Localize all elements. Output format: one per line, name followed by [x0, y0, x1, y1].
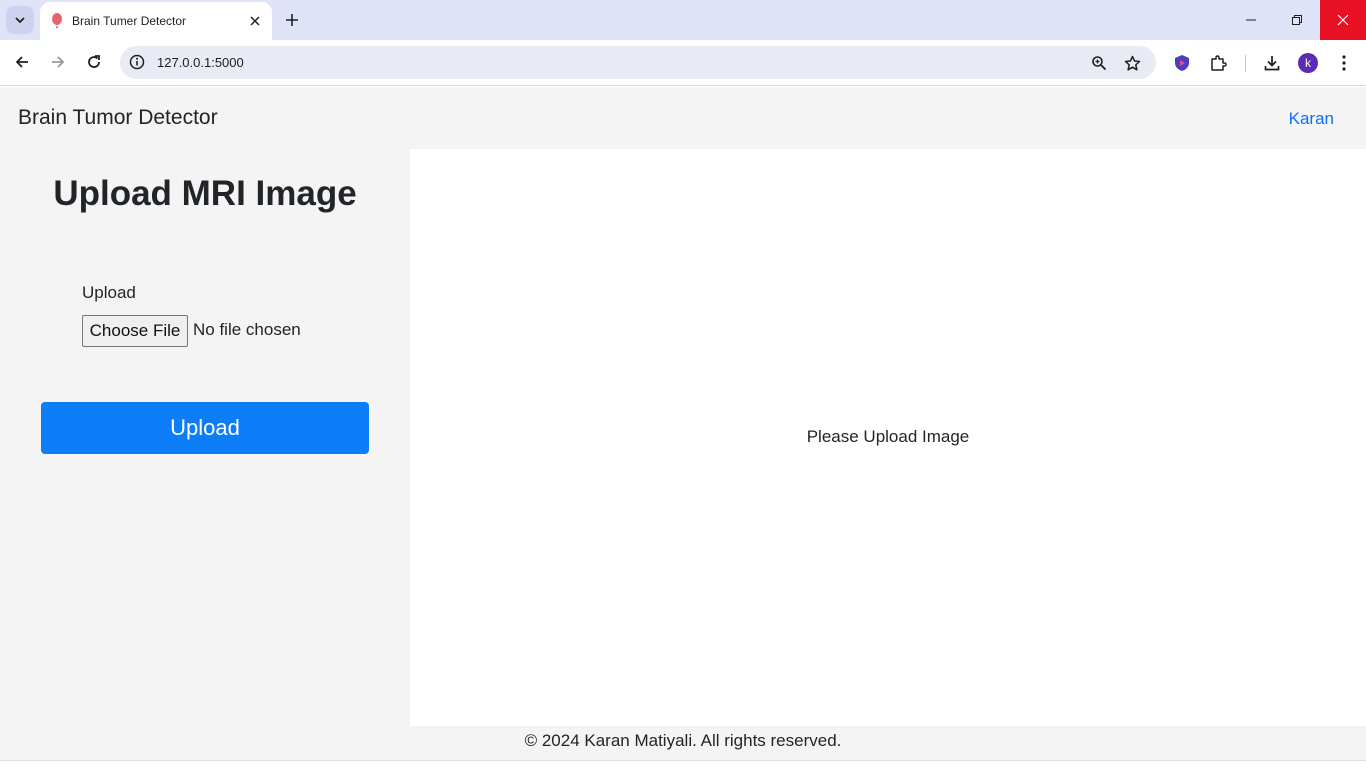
zoom-icon[interactable]: [1089, 53, 1109, 73]
file-status-text: No file chosen: [193, 320, 301, 339]
toolbar-divider: [1245, 55, 1246, 72]
window-restore-button[interactable]: [1274, 0, 1320, 40]
window-close-button[interactable]: [1320, 0, 1366, 40]
arrow-right-icon: [52, 56, 65, 68]
arrow-left-icon: [15, 56, 28, 68]
result-message: Please Upload Image: [806, 427, 970, 446]
extensions-puzzle-icon[interactable]: [1207, 52, 1229, 74]
back-button[interactable]: [8, 48, 36, 76]
address-url: 127.0.0.1:5000: [157, 55, 244, 70]
balloon-icon: [52, 13, 62, 28]
tab-title: Brain Tumer Detector: [72, 14, 187, 28]
reload-icon: [88, 55, 100, 68]
navbar-brand[interactable]: Brain Tumor Detector: [18, 106, 218, 130]
browser-tab-active[interactable]: Brain Tumer Detector: [40, 2, 272, 40]
reload-button[interactable]: [80, 48, 108, 76]
chevron-down-icon: [15, 17, 25, 24]
profile-avatar[interactable]: k: [1298, 53, 1318, 73]
extension-shield-icon[interactable]: [1171, 52, 1193, 74]
close-icon: [1337, 14, 1349, 26]
choose-file-button[interactable]: Choose File: [82, 315, 188, 347]
window-minimize-button[interactable]: [1228, 0, 1274, 40]
download-icon[interactable]: [1261, 52, 1283, 74]
footer-copyright: © 2024 Karan Matiyali. All rights reserv…: [524, 731, 842, 750]
restore-icon: [1292, 15, 1302, 25]
kebab-menu-icon[interactable]: [1333, 52, 1355, 74]
site-footer: © 2024 Karan Matiyali. All rights reserv…: [0, 726, 1366, 760]
result-pane: Please Upload Image: [410, 149, 1366, 726]
address-bar[interactable]: 127.0.0.1:5000: [120, 46, 1156, 79]
bottom-strip: [0, 760, 1366, 768]
upload-submit-button[interactable]: Upload: [41, 402, 369, 454]
upload-heading: Upload MRI Image: [53, 174, 357, 213]
plus-icon: [286, 14, 298, 26]
site-info-icon[interactable]: [128, 53, 146, 71]
tab-search-button[interactable]: [6, 6, 34, 34]
browser-toolbar: 127.0.0.1:5000: [0, 40, 1366, 86]
minimize-icon: [1246, 19, 1256, 21]
new-tab-button[interactable]: [282, 10, 302, 30]
upload-field-label: Upload: [82, 283, 136, 302]
bookmark-star-icon[interactable]: [1122, 53, 1142, 73]
browser-tabstrip: Brain Tumer Detector: [0, 0, 1366, 40]
navbar-user-link[interactable]: Karan: [1289, 109, 1334, 129]
tab-close-button[interactable]: [247, 13, 263, 29]
close-icon: [250, 16, 260, 26]
upload-panel: Upload MRI Image Upload Choose File No f…: [0, 149, 410, 726]
forward-button[interactable]: [44, 48, 72, 76]
site-navbar: Brain Tumor Detector Karan: [0, 87, 1366, 149]
